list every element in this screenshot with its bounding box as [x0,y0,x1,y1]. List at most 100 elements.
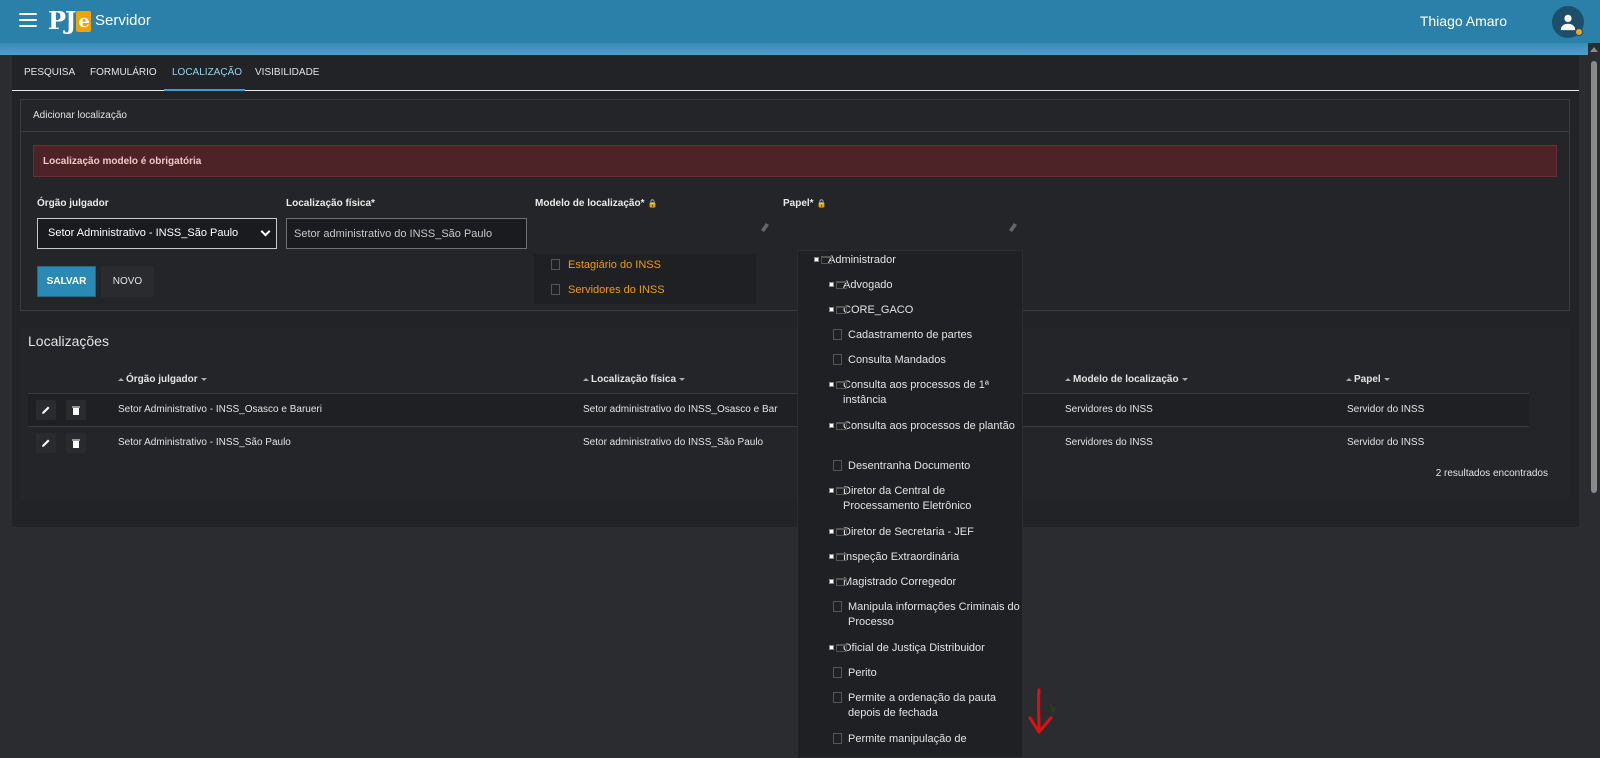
cell-modelo: Servidores do INSS [1065,437,1153,448]
document-icon [833,354,842,365]
expand-icon [829,645,834,650]
orgao-selected-value: Setor Administrativo - INSS_São Paulo [48,227,239,239]
page-scrollbar[interactable] [1588,43,1600,758]
user-name[interactable]: Thiago Amaro [1420,13,1507,29]
eraser-icon[interactable] [1007,221,1019,233]
tree-node[interactable]: Consulta aos processos de plantão [829,419,1018,434]
header-banner [0,43,1600,55]
tree-node[interactable]: Desentranha Documento [833,459,1018,474]
tree-node[interactable]: Oficial de Justiça Distribuidor [829,641,1018,656]
tab-pesquisa[interactable]: PESQUISA [24,67,75,78]
lock-icon: 🔒 [816,199,827,208]
app-title: Servidor [95,12,151,29]
expand-icon [829,579,834,584]
folder-icon [821,256,832,264]
document-icon [833,733,842,744]
tab-localizacao[interactable]: LOCALIZAÇÃO [172,67,242,78]
cell-orgao: Setor Administrativo - INSS_Osasco e Bar… [118,404,322,415]
status-dot [1575,28,1583,36]
folder-icon [836,578,847,586]
folder-icon [836,422,847,430]
orgao-select[interactable]: Setor Administrativo - INSS_São Paulo [37,218,277,249]
folder-icon [836,281,847,289]
column-header-papel[interactable]: Papel [1346,374,1390,385]
save-button[interactable]: SALVAR [37,266,96,297]
main-panel: PESQUISA FORMULÁRIO LOCALIZAÇÃO VISIBILI… [12,55,1579,527]
tree-node[interactable]: CORE_GACO [829,303,1018,318]
document-icon [833,460,842,471]
expand-icon [829,554,834,559]
tree-node[interactable]: Manipula informações Criminais do Proces… [833,600,1020,630]
new-button[interactable]: NOVO [101,266,154,297]
tree-node[interactable]: Cadastramento de partes [833,328,1018,343]
folder-icon [836,306,847,314]
active-tab-indicator [164,89,245,91]
tree-node[interactable]: Permite a ordenação da pauta depois de f… [833,691,1018,721]
tree-node[interactable]: Inspeção Extraordinária [829,550,1018,565]
tree-node[interactable]: Permite manipulação de [833,732,1018,747]
eraser-icon[interactable] [759,221,771,233]
expand-icon [829,382,834,387]
tree-node[interactable]: Advogado [829,278,1018,293]
trash-icon[interactable] [66,433,86,453]
expand-icon [829,307,834,312]
cell-modelo: Servidores do INSS [1065,404,1153,415]
cell-localizacao: Setor administrativo do INSS_São Paulo [583,437,764,448]
tab-formulario[interactable]: FORMULÁRIO [90,67,157,78]
document-icon [551,284,560,295]
papel-tree-dropdown[interactable]: Administrador Advogado CORE_GACO Cadastr… [797,250,1023,758]
modelo-options-list: Estagiário do INSS Servidores do INSS [534,254,756,304]
tree-node[interactable]: Consulta aos processos de 1ª instância [829,378,1018,408]
locations-results: Localizações Órgão julgador Localização … [20,327,1570,499]
folder-icon [836,644,847,652]
modelo-option[interactable]: Estagiário do INSS [551,259,661,271]
table-row: Setor Administrativo - INSS_Osasco e Bar… [28,393,1529,426]
localizacao-input[interactable]: Setor administrativo do INSS_São Paulo [286,218,527,249]
document-icon [833,601,842,612]
column-header-localizacao[interactable]: Localização física [583,374,686,385]
edit-icon[interactable] [36,400,56,420]
chevron-down-icon [260,226,271,237]
tree-node[interactable]: Consulta Mandados [833,353,1018,368]
edit-icon[interactable] [36,433,56,453]
results-title: Localizações [28,333,109,349]
tab-visibilidade[interactable]: VISIBILIDADE [255,67,319,78]
tree-node[interactable]: Diretor da Central de Processamento Elet… [829,484,1018,514]
user-avatar-icon[interactable] [1552,6,1584,38]
expand-icon [829,488,834,493]
trash-icon[interactable] [66,400,86,420]
tree-node[interactable]: Administrador [814,253,1018,268]
cell-papel: Servidor do INSS [1347,437,1425,448]
folder-icon [836,553,847,561]
folder-icon [836,528,847,536]
orgao-label: Órgão julgador [37,198,109,209]
tree-node[interactable]: Magistrado Corregedor [829,575,1018,590]
folder-icon [836,487,847,495]
pje-logo[interactable]: PJ e [48,6,91,35]
top-bar: PJ e Servidor Thiago Amaro [0,0,1600,43]
column-header-modelo[interactable]: Modelo de localização [1065,374,1188,385]
add-location-section: Adicionar localização Localização modelo… [20,99,1570,311]
column-header-orgao[interactable]: Órgão julgador [118,374,207,385]
expand-icon [814,257,819,262]
modelo-label: Modelo de localização* 🔒 [535,198,658,209]
modelo-option[interactable]: Servidores do INSS [551,284,665,296]
scroll-up-icon[interactable] [1590,47,1598,52]
document-icon [833,667,842,678]
expand-icon [829,423,834,428]
lock-icon: 🔒 [647,199,658,208]
tab-bar: PESQUISA FORMULÁRIO LOCALIZAÇÃO VISIBILI… [12,55,1579,91]
scrollbar-thumb[interactable] [1591,61,1597,493]
tree-node[interactable]: Perito [833,666,1018,681]
folder-icon [836,381,847,389]
cell-papel: Servidor do INSS [1347,404,1425,415]
tree-node[interactable]: Diretor de Secretaria - JEF [829,525,1018,540]
down-arrow-icon [1028,688,1057,734]
cell-orgao: Setor Administrativo - INSS_São Paulo [118,437,291,448]
section-title: Adicionar localização [21,100,1569,132]
expand-icon [829,529,834,534]
document-icon [833,692,842,703]
menu-icon[interactable] [19,13,37,27]
document-icon [833,329,842,340]
table-row: Setor Administrativo - INSS_São Paulo Se… [28,426,1529,459]
